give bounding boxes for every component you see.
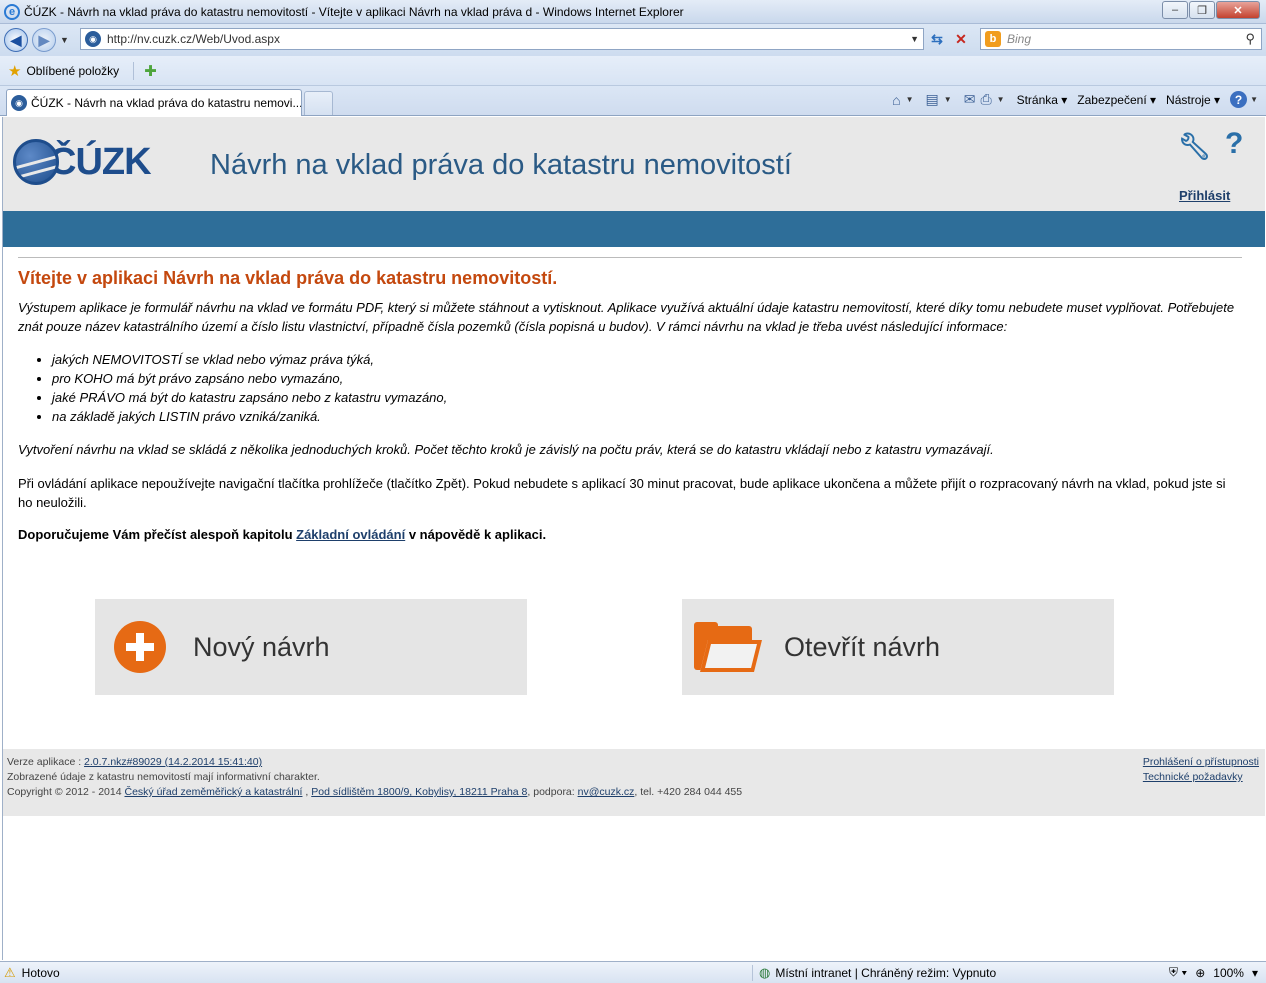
menu-tools[interactable]: Nástroje ▾ xyxy=(1166,93,1220,107)
menu-security[interactable]: Zabezpečení ▾ xyxy=(1077,93,1156,107)
welcome-heading: Vítejte v aplikaci Návrh na vklad práva … xyxy=(18,268,558,288)
menu-page[interactable]: Stránka ▾ xyxy=(1017,93,1068,107)
window-title: ČÚZK - Návrh na vklad práva do katastru … xyxy=(24,4,684,19)
steps-text: Vytvoření návrhu na vklad se skládá z ně… xyxy=(18,442,994,457)
home-dropdown-icon[interactable]: ▼ xyxy=(906,95,914,104)
navigation-bar xyxy=(3,211,1265,247)
close-button[interactable]: ✕ xyxy=(1216,1,1260,19)
print-dropdown-icon[interactable]: ▼ xyxy=(997,95,1005,104)
favorites-button[interactable]: Oblíbené položky xyxy=(26,64,119,78)
accessibility-link[interactable]: Prohlášení o přístupnosti xyxy=(1143,756,1259,768)
plus-icon xyxy=(114,621,166,673)
new-proposal-button[interactable]: Nový návrh xyxy=(95,599,527,695)
favorites-star-icon: ★ xyxy=(8,62,22,80)
restore-button[interactable]: ❐ xyxy=(1189,1,1215,19)
mail-icon[interactable]: ✉ xyxy=(964,91,976,108)
status-right: ⛨ ▾ ⊕ 100% ▾ xyxy=(1161,965,1258,980)
search-placeholder: Bing xyxy=(1007,32,1032,46)
folder-icon xyxy=(694,622,762,672)
back-button[interactable]: ◀ xyxy=(4,28,28,52)
intranet-globe-icon: ◍ xyxy=(759,965,771,980)
main-content: Vítejte v aplikaci Návrh na vklad práva … xyxy=(18,257,1242,542)
url-dropdown-icon[interactable]: ▼ xyxy=(910,34,919,44)
bing-icon: b xyxy=(985,31,1001,47)
search-input[interactable]: b Bing ⚲ xyxy=(980,28,1262,50)
help-icon[interactable]: ? xyxy=(1230,91,1248,108)
zoom-icon[interactable]: ⊕ xyxy=(1195,966,1205,980)
question-icon[interactable]: ? xyxy=(1225,127,1243,161)
email-link[interactable]: nv@cuzk.cz xyxy=(578,786,635,798)
requirements-link[interactable]: Technické požadavky xyxy=(1143,771,1243,783)
list-item: jakých NEMOVITOSTÍ se vklad nebo výmaz p… xyxy=(52,350,1242,369)
list-item: jaké PRÁVO má být do katastru zapsáno ne… xyxy=(52,388,1242,407)
forward-button[interactable]: ▶ xyxy=(32,28,56,52)
url-field[interactable]: ◉ http://nv.cuzk.cz/Web/Uvod.aspx ▼ xyxy=(80,28,924,50)
wrench-icon[interactable]: 🔧︎ xyxy=(1178,131,1211,161)
address-link[interactable]: Pod sídlištěm 1800/9, Kobylisy, 18211 Pr… xyxy=(311,786,527,798)
ie-logo-icon: e xyxy=(4,3,20,20)
help-dropdown-icon[interactable]: ▼ xyxy=(1250,95,1258,104)
warning-icon: ⚠ xyxy=(4,964,16,980)
open-proposal-label: Otevřít návrh xyxy=(784,631,941,662)
new-tab-button[interactable] xyxy=(304,91,333,115)
list-item: na základě jakých LISTIN právo vzniká/za… xyxy=(52,407,1242,426)
feeds-dropdown-icon[interactable]: ▼ xyxy=(944,95,952,104)
browser-tab-active[interactable]: ◉ ČÚZK - Návrh na vklad práva do katastr… xyxy=(6,89,302,116)
status-bar: ⚠ Hotovo ◍ Místní intranet | Chráněný re… xyxy=(0,961,1266,983)
new-proposal-label: Nový návrh xyxy=(193,631,330,662)
cuzk-logo[interactable]: ČÚZK xyxy=(13,139,152,185)
url-text: http://nv.cuzk.cz/Web/Uvod.aspx xyxy=(107,32,280,46)
favorites-bar: ★ Oblíbené položky ✚ xyxy=(0,56,1266,86)
refresh-icon[interactable]: ⇆ xyxy=(926,29,948,49)
footer-links: Prohlášení o přístupnosti Technické poža… xyxy=(1143,755,1259,785)
tab-title: ČÚZK - Návrh na vklad práva do katastru … xyxy=(31,96,302,110)
warning-text: Při ovládání aplikace nepoužívejte navig… xyxy=(18,476,1226,510)
minimize-button[interactable]: ‒ xyxy=(1162,1,1188,19)
window-controls: ‒ ❐ ✕ xyxy=(1161,1,1260,19)
address-bar: ◀ ▶ ▼ ◉ http://nv.cuzk.cz/Web/Uvod.aspx … xyxy=(0,24,1266,56)
app-title: Návrh na vklad práva do katastru nemovit… xyxy=(210,149,792,181)
site-header: ČÚZK Návrh na vklad práva do katastru ne… xyxy=(3,117,1265,211)
zoom-dropdown-icon[interactable]: ▾ xyxy=(1252,966,1258,980)
command-bar: ⌂ ▼ ▤ ▼ ✉ ⎙ ▼ Stránka ▾ Zabezpečení ▾ Nástr… xyxy=(892,91,1258,108)
tab-bar: ◉ ČÚZK - Návrh na vklad práva do katastr… xyxy=(0,86,1266,116)
window-titlebar: e ČÚZK - Návrh na vklad práva do katastr… xyxy=(0,0,1266,24)
status-text: Hotovo xyxy=(21,965,60,980)
history-dropdown-icon[interactable]: ▼ xyxy=(60,35,69,45)
print-icon[interactable]: ⎙ xyxy=(980,91,991,108)
feeds-icon[interactable]: ▤ xyxy=(926,91,939,108)
info-disclaimer: Zobrazené údaje z katastru nemovitostí m… xyxy=(7,771,320,783)
tab-favicon-icon: ◉ xyxy=(11,95,27,111)
login-link[interactable]: Přihlásit xyxy=(1179,188,1230,203)
open-proposal-button[interactable]: Otevřít návrh xyxy=(682,599,1114,695)
globe-logo-icon xyxy=(13,139,59,185)
list-item: pro KOHO má být právo zapsáno nebo vymaz… xyxy=(52,369,1242,388)
home-icon[interactable]: ⌂ xyxy=(892,92,900,108)
stop-icon[interactable]: ✕ xyxy=(950,29,972,49)
basic-controls-link[interactable]: Základní ovládání xyxy=(296,527,405,542)
zone-text: Místní intranet | Chráněný režim: Vypnut… xyxy=(775,966,997,980)
add-favorite-icon[interactable]: ✚ xyxy=(133,61,157,80)
security-zone[interactable]: ◍ Místní intranet | Chráněný režim: Vypn… xyxy=(752,965,996,981)
recommendation-text: Doporučujeme Vám přečíst alespoň kapitol… xyxy=(18,527,547,542)
intro-text: Výstupem aplikace je formulář návrhu na … xyxy=(18,300,1235,334)
site-footer: Verze aplikace : 2.0.7.nkz#89029 (14.2.2… xyxy=(3,749,1265,816)
version-link[interactable]: 2.0.7.nkz#89029 (14.2.2014 15:41:40) xyxy=(84,756,262,768)
search-icon[interactable]: ⚲ xyxy=(1245,31,1255,47)
required-info-list: jakých NEMOVITOSTÍ se vklad nebo výmaz p… xyxy=(52,350,1242,426)
page-viewport: ČÚZK Návrh na vklad práva do katastru ne… xyxy=(2,117,1265,960)
site-favicon-icon: ◉ xyxy=(85,31,101,47)
zoom-level[interactable]: 100% xyxy=(1213,966,1244,980)
logo-text: ČÚZK xyxy=(49,140,152,183)
footer-info: Verze aplikace : 2.0.7.nkz#89029 (14.2.2… xyxy=(7,756,743,798)
office-link[interactable]: Český úřad zeměměřický a katastrální xyxy=(124,786,302,798)
divider xyxy=(18,257,1242,258)
protected-mode-icon[interactable]: ⛨ ▾ xyxy=(1169,965,1187,980)
